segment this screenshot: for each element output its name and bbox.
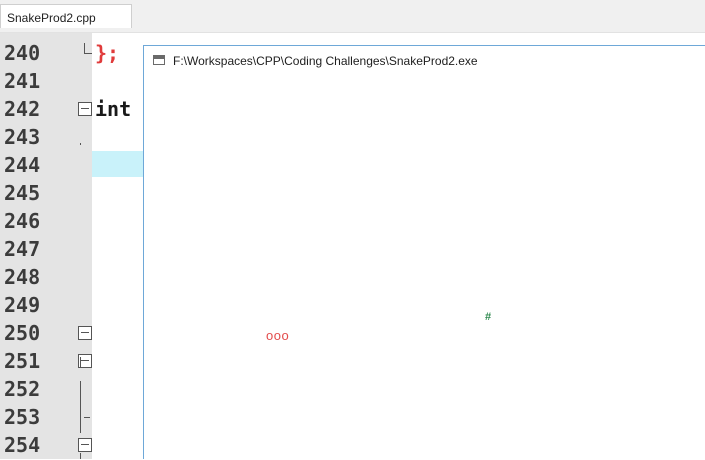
console-title-bar[interactable]: F:\Workspaces\CPP\Coding Challenges\Snak… xyxy=(144,46,705,76)
snake-body: ooo xyxy=(266,328,290,343)
tab-snakeprod2-cpp[interactable]: SnakeProd2.cpp xyxy=(0,4,132,28)
line-number: 242 xyxy=(4,95,92,123)
fold-end-marker xyxy=(84,43,92,54)
console-window[interactable]: F:\Workspaces\CPP\Coding Challenges\Snak… xyxy=(143,45,705,459)
fold-line xyxy=(80,357,81,367)
current-line-highlight xyxy=(92,151,144,177)
console-app-icon[interactable] xyxy=(153,55,165,65)
line-number: 244 xyxy=(4,153,41,177)
fold-line xyxy=(80,143,81,145)
console-output-area: ooo # xyxy=(144,76,705,460)
line-number: 252 xyxy=(4,377,41,401)
line-number: 240 xyxy=(4,39,92,67)
line-number: 241 xyxy=(4,69,41,93)
editor-tab-bar: SnakeProd2.cpp xyxy=(0,0,705,33)
console-title: F:\Workspaces\CPP\Coding Challenges\Snak… xyxy=(173,54,478,68)
line-number: 243 xyxy=(4,125,41,149)
food-item: # xyxy=(485,311,492,323)
code-closing-brace: }; xyxy=(95,41,120,65)
line-number: 254 xyxy=(4,431,92,459)
code-editor[interactable]: }; int xyxy=(92,33,144,459)
code-keyword-int: int xyxy=(95,97,132,121)
line-number: 251 xyxy=(4,347,92,375)
line-number: 247 xyxy=(4,237,41,261)
line-number-gutter: 240 241 242 243 244 245 246 247 248 249 … xyxy=(0,33,92,459)
line-number: 250 xyxy=(4,319,92,347)
line-number: 249 xyxy=(4,293,41,317)
fold-collapse-icon[interactable] xyxy=(78,326,92,340)
fold-line xyxy=(80,453,81,459)
line-number: 253 xyxy=(4,403,92,431)
fold-collapse-icon[interactable] xyxy=(78,102,92,116)
line-number: 248 xyxy=(4,265,41,289)
line-number: 245 xyxy=(4,181,41,205)
fold-line xyxy=(80,381,81,433)
line-number: 246 xyxy=(4,209,41,233)
fold-collapse-icon[interactable] xyxy=(78,438,92,452)
fold-branch-marker xyxy=(84,417,90,418)
